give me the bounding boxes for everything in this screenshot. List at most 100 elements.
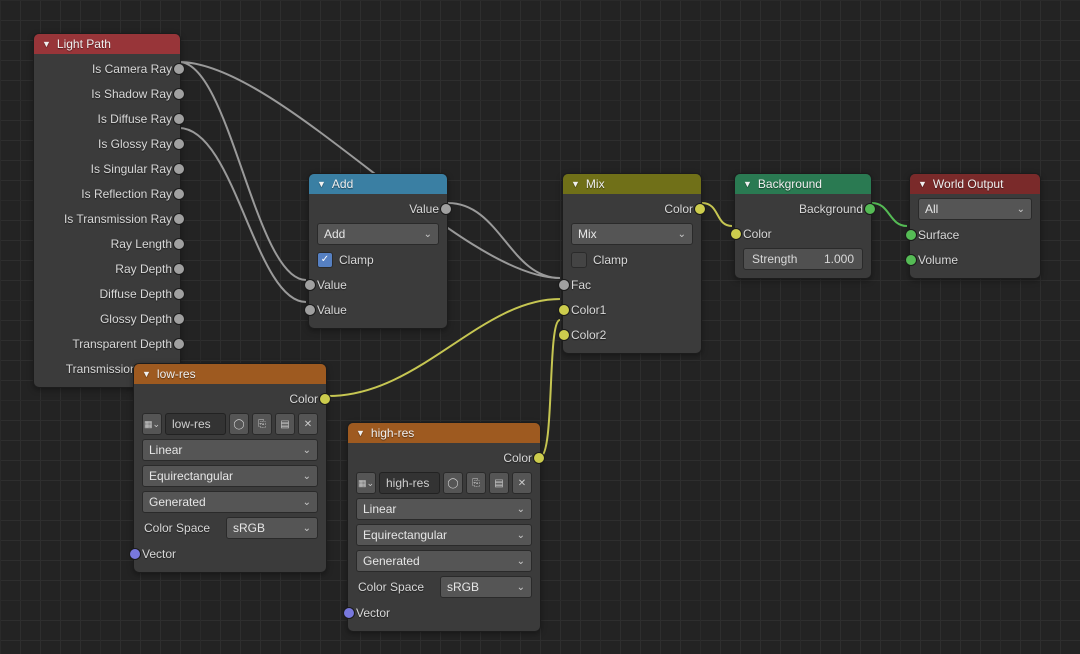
socket-in[interactable] [730,228,742,240]
output-label: Ray Depth [115,262,172,276]
input-label: Vector [142,547,176,561]
fake-user-icon[interactable]: ◯ [229,413,249,435]
socket-out[interactable] [173,213,185,225]
node-header[interactable]: ▼ Add [309,174,447,194]
socket-in[interactable] [558,304,570,316]
node-mix-rgb[interactable]: ▼ Mix Color Mix⌄ Clamp Fac Color1 Color2 [562,173,702,354]
socket-out[interactable] [173,113,185,125]
projection-dropdown[interactable]: Equirectangular⌄ [142,465,318,487]
node-header[interactable]: ▼ Light Path [34,34,180,54]
output-label: Background [799,202,863,216]
node-header[interactable]: ▼ World Output [910,174,1040,194]
socket-out[interactable] [173,88,185,100]
node-header[interactable]: ▼ high-res [348,423,540,443]
socket-out[interactable] [864,203,876,215]
output-label: Glossy Depth [100,312,172,326]
node-math-add[interactable]: ▼ Add Value Add⌄ ✓Clamp Value Value [308,173,448,329]
open-image-icon[interactable]: ▤ [489,472,509,494]
target-dropdown[interactable]: All⌄ [918,198,1032,220]
socket-in[interactable] [558,329,570,341]
collapse-icon[interactable]: ▼ [356,428,365,438]
socket-in[interactable] [905,229,917,241]
colorspace-dropdown[interactable]: sRGB⌄ [226,517,318,539]
slider-value: 1.000 [824,252,854,266]
chevron-down-icon: ⌄ [1017,204,1025,215]
colorspace-dropdown[interactable]: sRGB⌄ [440,576,532,598]
socket-out[interactable] [173,63,185,75]
output-label: Is Shadow Ray [91,87,172,101]
browse-image-icon[interactable]: ▦⌄ [356,472,376,494]
fake-user-icon[interactable]: ◯ [443,472,463,494]
interp-dropdown[interactable]: Linear ⌄ [142,439,318,461]
input-label: Fac [571,278,591,292]
unlink-icon[interactable]: ✕ [298,413,318,435]
socket-in[interactable] [304,279,316,291]
node-image-texture-highres[interactable]: ▼ high-res Color ▦⌄ high-res ◯ ⎘ ▤ ✕ Lin… [347,422,541,632]
collapse-icon[interactable]: ▼ [317,179,326,189]
node-header[interactable]: ▼ Mix [563,174,701,194]
node-title: high-res [371,426,414,440]
node-background[interactable]: ▼ Background Background Color Strength1.… [734,173,872,279]
socket-out[interactable] [173,338,185,350]
output-label: Color [503,451,532,465]
socket-out[interactable] [173,288,185,300]
unlink-icon[interactable]: ✕ [512,472,532,494]
socket-out[interactable] [319,393,331,405]
open-image-icon[interactable]: ▤ [275,413,295,435]
node-title: Background [758,177,822,191]
node-title: Light Path [57,37,111,51]
dropdown-value: Mix [578,227,597,241]
output-label: Is Transmission Ray [64,212,172,226]
socket-in[interactable] [304,304,316,316]
new-image-icon[interactable]: ⎘ [466,472,486,494]
output-label: Is Diffuse Ray [98,112,172,126]
dropdown-value: Equirectangular [363,528,447,542]
chevron-down-icon: ⌄ [303,471,311,482]
collapse-icon[interactable]: ▼ [743,179,752,189]
dropdown-value: Generated [363,554,420,568]
socket-in[interactable] [905,254,917,266]
socket-out[interactable] [694,203,706,215]
dropdown-value: Add [324,227,345,241]
texcoord-dropdown[interactable]: Generated⌄ [142,491,318,513]
strength-slider[interactable]: Strength1.000 [743,248,863,270]
collapse-icon[interactable]: ▼ [918,179,927,189]
collapse-icon[interactable]: ▼ [42,39,51,49]
socket-out[interactable] [173,163,185,175]
image-name[interactable]: high-res [379,472,440,494]
new-image-icon[interactable]: ⎘ [252,413,272,435]
collapse-icon[interactable]: ▼ [142,369,151,379]
node-light-path[interactable]: ▼ Light Path Is Camera Ray Is Shadow Ray… [33,33,181,388]
blend-dropdown[interactable]: Mix⌄ [571,223,693,245]
socket-out[interactable] [173,238,185,250]
socket-out[interactable] [533,452,545,464]
browse-image-icon[interactable]: ▦⌄ [142,413,162,435]
collapse-icon[interactable]: ▼ [571,179,580,189]
node-image-texture-lowres[interactable]: ▼ low-res Color ▦⌄ low-res ◯ ⎘ ▤ ✕ Linea… [133,363,327,573]
socket-in[interactable] [558,279,570,291]
operation-dropdown[interactable]: Add⌄ [317,223,439,245]
socket-out[interactable] [173,188,185,200]
clamp-checkbox[interactable]: Clamp [571,249,693,270]
clamp-checkbox[interactable]: ✓Clamp [317,249,439,270]
dropdown-value: sRGB [447,580,479,594]
checkbox-label: Clamp [593,253,628,267]
node-header[interactable]: ▼ Background [735,174,871,194]
interp-dropdown[interactable]: Linear⌄ [356,498,532,520]
socket-out[interactable] [173,263,185,275]
texcoord-dropdown[interactable]: Generated⌄ [356,550,532,572]
node-header[interactable]: ▼ low-res [134,364,326,384]
socket-in[interactable] [343,607,355,619]
dropdown-value: Linear [149,443,182,457]
socket-out[interactable] [173,313,185,325]
node-world-output[interactable]: ▼ World Output All⌄ Surface Volume [909,173,1041,279]
socket-out[interactable] [440,203,452,215]
dropdown-value: sRGB [233,521,265,535]
projection-dropdown[interactable]: Equirectangular⌄ [356,524,532,546]
dropdown-value: Linear [363,502,396,516]
chevron-down-icon: ⌄ [303,445,311,456]
socket-out[interactable] [173,138,185,150]
socket-in[interactable] [129,548,141,560]
image-name[interactable]: low-res [165,413,226,435]
checkbox-icon [571,252,587,268]
